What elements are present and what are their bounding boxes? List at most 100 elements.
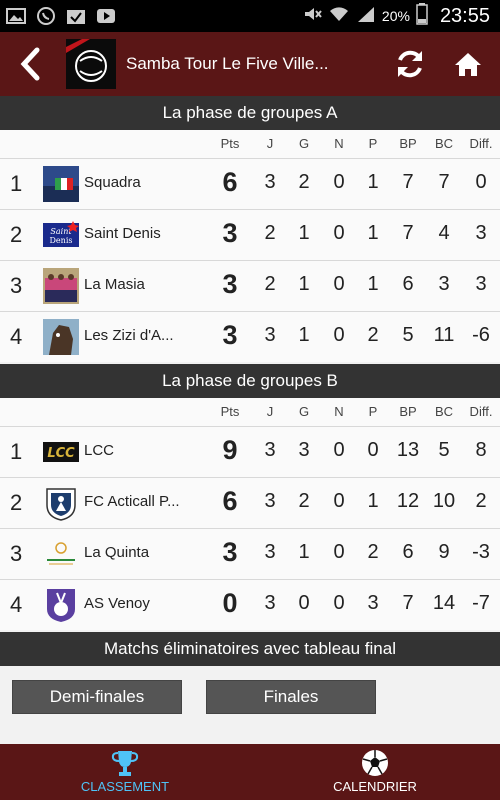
- team-logo: [46, 488, 76, 521]
- clock: 23:55: [439, 4, 490, 27]
- refresh-button[interactable]: [390, 44, 430, 84]
- team-name: FC Acticall P...: [84, 493, 180, 510]
- group-a-column-headers: Pts J G N P BP BC Diff.: [0, 130, 500, 158]
- diff-value: -3: [472, 541, 490, 563]
- table-row[interactable]: 1 Squadra 6 3 2 0 1 7 7 0: [0, 158, 500, 209]
- bc-value: 10: [432, 490, 456, 512]
- col-diff: Diff.: [469, 136, 493, 151]
- table-row[interactable]: 1 LCC LCC 9 3 3 0 0 13 5 8: [0, 426, 500, 477]
- rank: 4: [10, 592, 23, 617]
- home-button[interactable]: [448, 44, 488, 84]
- team-name: La Quinta: [84, 544, 150, 561]
- check-icon: [66, 7, 86, 25]
- n-value: 0: [333, 592, 345, 614]
- team-logo: [47, 542, 75, 565]
- col-n: N: [334, 136, 344, 151]
- bp-value: 6: [402, 541, 414, 563]
- j-value: 3: [264, 171, 276, 193]
- pts-value: 3: [222, 537, 238, 567]
- n-value: 0: [333, 490, 345, 512]
- g-value: 2: [298, 490, 310, 512]
- home-icon: [455, 53, 481, 76]
- pts-value: 3: [222, 218, 238, 248]
- bp-value: 5: [402, 324, 414, 346]
- n-value: 0: [333, 171, 345, 193]
- refresh-icon: [398, 50, 422, 78]
- battery-percent: 20%: [381, 8, 410, 24]
- bc-value: 5: [438, 439, 450, 461]
- back-button[interactable]: [8, 32, 52, 96]
- col-p: P: [368, 136, 378, 151]
- bc-value: 9: [438, 541, 450, 563]
- bp-value: 7: [402, 222, 414, 244]
- team-logo: [47, 589, 75, 622]
- table-row[interactable]: 4 Les Zizi d'A... 3 3 1 0 2 5 11 -6: [0, 311, 500, 362]
- team-name: Saint Denis: [84, 225, 161, 242]
- bp-value: 7: [402, 592, 414, 614]
- bc-value: 11: [433, 324, 455, 346]
- j-value: 3: [264, 439, 276, 461]
- group-b-column-headers: Pts J G N P BP BC Diff.: [0, 398, 500, 426]
- p-value: 2: [367, 324, 379, 346]
- tab-standings[interactable]: CLASSEMENT: [0, 744, 250, 800]
- j-value: 3: [264, 490, 276, 512]
- group-a-header: La phase de groupes A: [0, 96, 500, 130]
- table-row[interactable]: 4 AS Venoy 0 3 0 0 3 7 14 -7: [0, 579, 500, 630]
- team-name: Squadra: [84, 174, 141, 191]
- table-row[interactable]: 3 La Quinta 3 3 1 0 2 6 9 -3: [0, 528, 500, 579]
- pts-value: 3: [222, 269, 238, 299]
- n-value: 0: [333, 541, 345, 563]
- n-value: 0: [333, 439, 345, 461]
- p-value: 1: [367, 222, 379, 244]
- col-g: G: [298, 136, 310, 151]
- semi-finals-button[interactable]: Demi-finales: [12, 680, 182, 714]
- svg-text:Saint: Saint: [50, 227, 72, 236]
- g-value: 1: [298, 222, 310, 244]
- g-value: 0: [298, 592, 310, 614]
- knockout-buttons: Demi-finales Finales: [0, 666, 500, 744]
- gallery-icon: [6, 7, 26, 25]
- diff-value: -6: [472, 324, 490, 346]
- rank: 3: [10, 541, 23, 566]
- col-bc: BC: [434, 136, 454, 151]
- rank: 1: [10, 171, 23, 196]
- table-row[interactable]: 2 Saint Denis Saint Denis 3 2 1 0 1 7 4 3: [0, 209, 500, 260]
- col-g: G: [298, 404, 310, 419]
- p-value: 3: [367, 592, 379, 614]
- col-pts: Pts: [220, 404, 240, 419]
- table-row[interactable]: 2 FC Acticall P... 6 3 2 0 1 12 10 2: [0, 477, 500, 528]
- diff-value: 3: [475, 273, 487, 295]
- team-name: AS Venoy: [84, 595, 150, 612]
- col-n: N: [334, 404, 344, 419]
- p-value: 2: [367, 541, 379, 563]
- g-value: 2: [298, 171, 310, 193]
- rank: 2: [10, 222, 23, 247]
- bc-value: 7: [438, 171, 450, 193]
- team-name: Les Zizi d'A...: [84, 327, 174, 344]
- p-value: 1: [367, 273, 379, 295]
- group-b-header: La phase de groupes B: [0, 364, 500, 398]
- team-logo: SaintDenis: [43, 221, 79, 247]
- tab-standings-label: CLASSEMENT: [80, 779, 170, 794]
- n-value: 0: [333, 222, 345, 244]
- col-bc: BC: [434, 404, 454, 419]
- bp-value: 13: [396, 439, 420, 461]
- signal-icon: [356, 5, 376, 28]
- finals-button[interactable]: Finales: [206, 680, 376, 714]
- table-row[interactable]: 3 La Masia 3 2 1 0 1 6 3 3: [0, 260, 500, 311]
- n-value: 0: [333, 324, 345, 346]
- pts-value: 3: [222, 320, 238, 350]
- g-value: 1: [298, 541, 310, 563]
- svg-text:Denis: Denis: [50, 236, 73, 245]
- status-bar: 20% 23:55: [0, 0, 500, 32]
- bp-value: 12: [396, 490, 420, 512]
- g-value: 1: [298, 324, 310, 346]
- col-pts: Pts: [220, 136, 240, 151]
- rank: 1: [10, 439, 23, 464]
- team-logo: LCC: [43, 442, 79, 462]
- diff-value: 8: [475, 439, 487, 461]
- team-name: LCC: [84, 442, 115, 459]
- bp-value: 6: [402, 273, 414, 295]
- tab-calendar[interactable]: CALENDRIER: [250, 744, 500, 800]
- rank: 3: [10, 273, 23, 298]
